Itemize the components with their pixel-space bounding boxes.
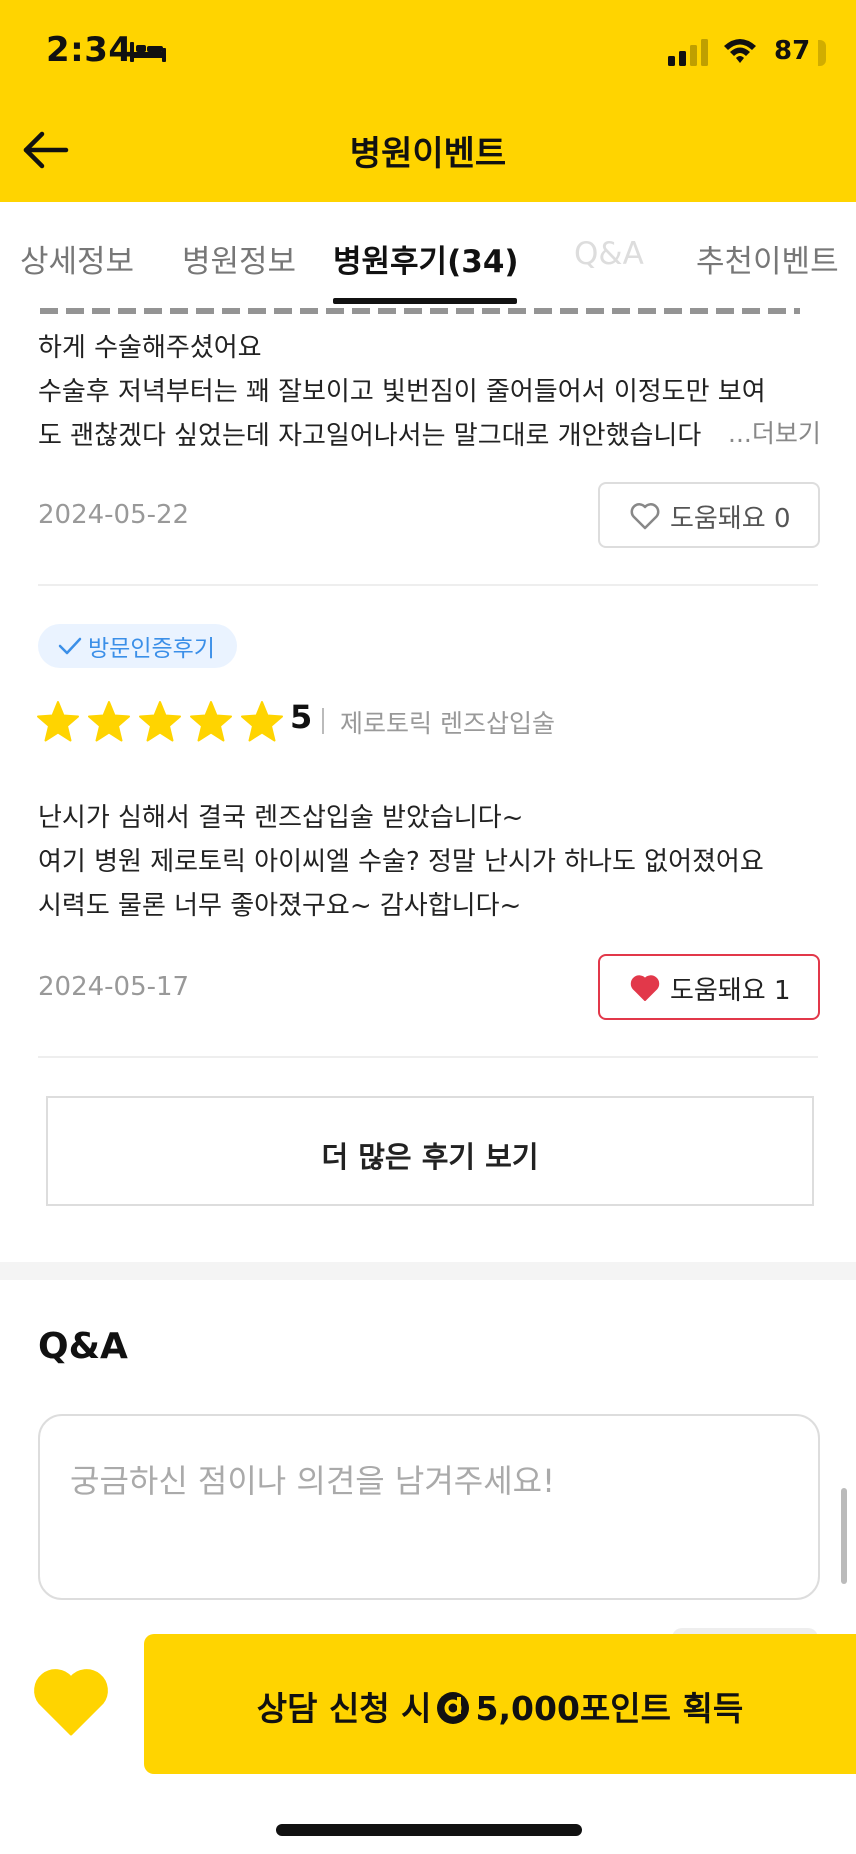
cta-label: 상담 신청 시 5,000포인트 획득 (256, 1689, 744, 1728)
procedure-name: 제로토릭 렌즈삽입술 (340, 709, 555, 738)
star-icon (241, 701, 283, 742)
clipped-text-line (40, 308, 800, 314)
qna-input[interactable]: 궁금하신 점이나 의견을 남겨주세요! (38, 1414, 820, 1600)
helpful-count: 1 (773, 976, 791, 1006)
qna-section-title: Q&A (38, 1326, 128, 1367)
separator (322, 708, 324, 734)
star-icon (37, 701, 79, 742)
verified-visit-badge: 방문인증후기 (38, 624, 237, 668)
divider (38, 584, 818, 586)
wifi-icon (724, 39, 756, 63)
helpful-label: 도움돼요 1 (670, 976, 791, 1006)
more-reviews-button[interactable]: 더 많은 후기 보기 (46, 1096, 814, 1206)
review-date: 2024-05-22 (38, 500, 190, 530)
read-more-link[interactable]: ...더보기 (724, 414, 821, 450)
battery-icon (818, 40, 826, 66)
rating-value: 5 (290, 698, 313, 736)
review-text-line: 난시가 심해서 결국 렌즈삽입술 받았습니다~ (38, 803, 524, 833)
page-title: 병원이벤트 (349, 134, 507, 174)
star-icon (190, 701, 232, 742)
consultation-request-button[interactable]: 상담 신청 시 5,000포인트 획득 (144, 1634, 856, 1774)
scrollbar-thumb[interactable] (841, 1488, 847, 1584)
app-header: 2:34 87 병원이벤트 (0, 0, 856, 202)
page: 2:34 87 병원이벤트 상세정보 병원정보 병원후기(34) Q&A 추천이… (0, 0, 856, 1854)
tab-hospital-info[interactable]: 병원정보 (182, 236, 296, 281)
heart-filled-icon (630, 975, 660, 1001)
star-icon (139, 701, 181, 742)
helpful-button[interactable]: 도움돼요 0 (598, 482, 820, 548)
review-date: 2024-05-17 (38, 972, 190, 1002)
tab-hospital-reviews[interactable]: 병원후기(34) (333, 236, 519, 281)
review-text-line: 수술후 저녁부터는 꽤 잘보이고 빛번짐이 줄어들어서 이정도만 보여 (38, 377, 766, 407)
tab-bar: 상세정보 병원정보 병원후기(34) Q&A 추천이벤트 (0, 202, 856, 306)
tab-qna[interactable]: Q&A (574, 236, 644, 272)
point-coin-icon (436, 1692, 469, 1724)
helpful-label: 도움돼요 0 (670, 504, 791, 534)
star-icon (88, 701, 130, 742)
section-separator (0, 1262, 856, 1280)
review-text-line: 하게 수술해주셨어요 (38, 333, 262, 363)
review-text-line: 시력도 물론 너무 좋아졌구요~ 감사합니다~ (38, 891, 522, 921)
check-icon (58, 637, 82, 655)
review-text-line: 도 괜찮겠다 싶었는데 자고일어나서는 말그대로 개안했습니다 (38, 421, 702, 451)
active-tab-indicator (333, 298, 517, 304)
review-text-line: 여기 병원 제로토릭 아이씨엘 수술? 정말 난시가 하나도 없어졌어요 (38, 847, 764, 877)
heart-outline-icon (630, 503, 660, 530)
helpful-button[interactable]: 도움돼요 1 (598, 954, 820, 1020)
qna-placeholder: 궁금하신 점이나 의견을 남겨주세요! (70, 1462, 555, 1500)
battery-level: 87 (774, 36, 811, 66)
favorite-heart-icon[interactable] (32, 1666, 110, 1738)
bed-icon (130, 42, 166, 62)
tab-detail-info[interactable]: 상세정보 (20, 236, 134, 281)
status-time: 2:34 (46, 30, 133, 70)
signal-icon (668, 39, 708, 66)
home-indicator (276, 1824, 582, 1836)
divider (38, 1056, 818, 1058)
helpful-count: 0 (773, 504, 791, 534)
tab-recommended-events[interactable]: 추천이벤트 (696, 236, 839, 281)
